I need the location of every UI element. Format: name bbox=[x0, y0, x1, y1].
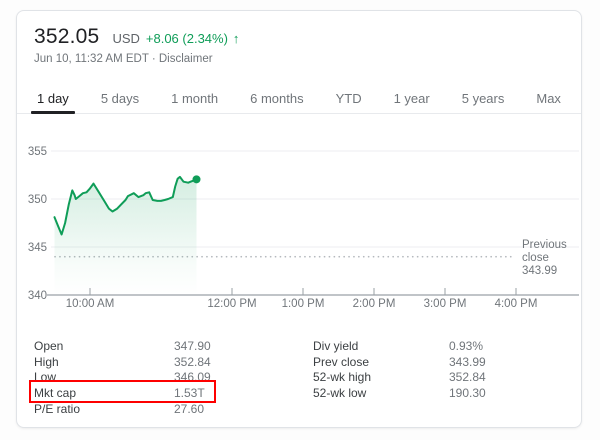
quote-header: 352.05 USD +8.06 (2.34%) ↑ Jun 10, 11:32… bbox=[34, 25, 239, 65]
stat-label: Open bbox=[34, 339, 63, 353]
y-axis-label: 340 bbox=[28, 290, 47, 302]
previous-close-annotation: 343.99 bbox=[522, 265, 557, 277]
current-price: 352.05 bbox=[34, 25, 99, 49]
quote-subtitle: Jun 10, 11:32 AM EDT · Disclaimer bbox=[34, 53, 239, 65]
stat-value: 352.84 bbox=[174, 355, 211, 369]
previous-close-annotation: Previous bbox=[522, 239, 567, 251]
stat-label: 52-wk high bbox=[313, 370, 371, 384]
tab-1-year[interactable]: 1 year bbox=[388, 85, 436, 113]
price-chart[interactable]: 355 350 345 340 10:00 AM 12:00 PM 1:00 PM 2:00 … bbox=[17, 136, 581, 311]
stat-label: P/E ratio bbox=[34, 402, 80, 416]
stat-value: 347.90 bbox=[174, 339, 211, 353]
stat-value: 1.53T bbox=[174, 386, 205, 400]
y-axis-label: 355 bbox=[28, 146, 47, 158]
stat-label: 52-wk low bbox=[313, 386, 366, 400]
x-axis-label: 2:00 PM bbox=[353, 298, 396, 310]
stat-row-low: Low 346.09 bbox=[34, 369, 234, 385]
tab-ytd[interactable]: YTD bbox=[330, 85, 368, 113]
stats-table-right: Div yield 0.93% Prev close 343.99 52-wk … bbox=[313, 338, 563, 401]
stat-row-high: High 352.84 bbox=[34, 354, 234, 370]
x-axis-label: 1:00 PM bbox=[282, 298, 325, 310]
stat-row-prev-close: Prev close 343.99 bbox=[313, 354, 563, 370]
stat-row-open: Open 347.90 bbox=[34, 338, 234, 354]
price-chart-svg[interactable]: 355 350 345 340 10:00 AM 12:00 PM 1:00 PM 2:00 … bbox=[17, 136, 581, 311]
tab-6-months[interactable]: 6 months bbox=[244, 85, 309, 113]
tab-max[interactable]: Max bbox=[530, 85, 567, 113]
stat-value: 352.84 bbox=[449, 370, 486, 384]
quote-datetime: Jun 10, 11:32 AM EDT bbox=[34, 53, 149, 65]
stat-value: 0.93% bbox=[449, 339, 483, 353]
currency-label: USD bbox=[112, 31, 139, 46]
time-range-tabbar: 1 day 5 days 1 month 6 months YTD 1 year… bbox=[17, 85, 581, 114]
tab-5-days[interactable]: 5 days bbox=[95, 85, 145, 113]
stat-value: 190.30 bbox=[449, 386, 486, 400]
stat-label: Div yield bbox=[313, 339, 358, 353]
subtitle-separator: · bbox=[149, 53, 159, 65]
stat-row-pe-ratio: P/E ratio 27.60 bbox=[34, 401, 234, 417]
x-axis-label: 12:00 PM bbox=[207, 298, 256, 310]
x-axis-label: 4:00 PM bbox=[495, 298, 538, 310]
previous-close-annotation: close bbox=[522, 252, 549, 264]
price-row: 352.05 USD +8.06 (2.34%) ↑ bbox=[34, 25, 239, 49]
stat-value: 27.60 bbox=[174, 402, 204, 416]
stat-label: Mkt cap bbox=[34, 386, 76, 400]
stat-row-div-yield: Div yield 0.93% bbox=[313, 338, 563, 354]
stock-quote-card: 352.05 USD +8.06 (2.34%) ↑ Jun 10, 11:32… bbox=[16, 10, 582, 428]
y-axis-label: 350 bbox=[28, 194, 47, 206]
current-price-dot bbox=[193, 175, 201, 183]
stat-row-52wk-high: 52-wk high 352.84 bbox=[313, 369, 563, 385]
x-axis-label: 3:00 PM bbox=[424, 298, 467, 310]
stats-table-left: Open 347.90 High 352.84 Low 346.09 Mkt c… bbox=[34, 338, 234, 416]
stat-row-52wk-low: 52-wk low 190.30 bbox=[313, 385, 563, 401]
stat-value: 346.09 bbox=[174, 370, 211, 384]
stat-label: High bbox=[34, 355, 59, 369]
up-arrow-icon: ↑ bbox=[233, 31, 240, 46]
y-axis-label: 345 bbox=[28, 242, 47, 254]
price-change: +8.06 (2.34%) bbox=[146, 31, 228, 46]
tab-5-years[interactable]: 5 years bbox=[456, 85, 511, 113]
tab-1-month[interactable]: 1 month bbox=[165, 85, 224, 113]
tab-1-day[interactable]: 1 day bbox=[31, 85, 75, 113]
stat-value: 343.99 bbox=[449, 355, 486, 369]
price-area-fill bbox=[55, 177, 197, 295]
stat-label: Low bbox=[34, 370, 56, 384]
disclaimer-link[interactable]: Disclaimer bbox=[159, 53, 213, 65]
stat-row-mkt-cap: Mkt cap 1.53T bbox=[34, 385, 234, 401]
stat-label: Prev close bbox=[313, 355, 369, 369]
x-axis-label: 10:00 AM bbox=[66, 298, 115, 310]
